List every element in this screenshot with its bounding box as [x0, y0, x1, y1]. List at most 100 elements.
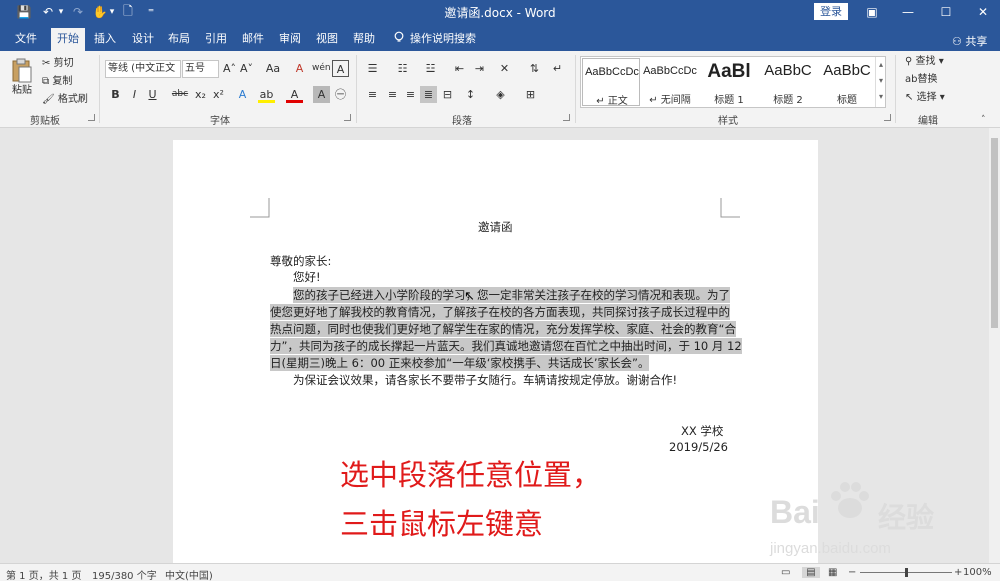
- selected-paragraph-line[interactable]: 使您更好地了解我校的教育情况，了解孩子在校的各方面表现，共同探讨孩子成长过程中的: [270, 304, 730, 320]
- bold-button[interactable]: B: [107, 86, 124, 103]
- character-shading-icon[interactable]: A: [313, 86, 330, 103]
- styles-group-label: 样式: [718, 116, 738, 127]
- editing-group-label: 编辑: [918, 116, 938, 127]
- superscript-button[interactable]: x²: [210, 86, 227, 103]
- increase-indent-icon[interactable]: ⇥: [471, 60, 488, 77]
- tab-view[interactable]: 视图: [311, 28, 343, 51]
- close-button[interactable]: ✕: [965, 0, 1000, 24]
- format-painter-button[interactable]: 🖌 格式刷: [42, 91, 88, 109]
- share-button[interactable]: ⚇ 共享: [952, 33, 987, 49]
- tab-mailings[interactable]: 邮件: [237, 28, 269, 51]
- character-border-icon[interactable]: A: [332, 60, 349, 77]
- sort-icon[interactable]: ⇅: [526, 60, 543, 77]
- signature: XX 学校: [681, 424, 724, 438]
- paste-icon[interactable]: [10, 57, 34, 85]
- subscript-button[interactable]: x₂: [192, 86, 209, 103]
- style-no-spacing[interactable]: AaBbCcDc ↵ 无间隔: [641, 58, 699, 106]
- word-count[interactable]: 195/380 个字: [92, 567, 157, 581]
- underline-button[interactable]: U: [144, 86, 161, 103]
- group-divider: [895, 55, 896, 123]
- style-heading-1[interactable]: AaBl 标题 1: [700, 58, 758, 106]
- change-case-icon[interactable]: Aa: [262, 60, 284, 77]
- tab-references[interactable]: 引用: [200, 28, 232, 51]
- maximize-button[interactable]: ☐: [928, 0, 964, 24]
- numbering-icon[interactable]: ☷: [394, 60, 411, 77]
- ribbon-options-icon[interactable]: ▣: [854, 0, 890, 24]
- distributed-icon[interactable]: ⊟: [439, 86, 456, 103]
- paragraph-launcher-icon[interactable]: [563, 114, 570, 121]
- margin-corner-top-right: [720, 198, 740, 218]
- tab-file[interactable]: 文件: [8, 28, 44, 51]
- shrink-font-icon[interactable]: A˅: [238, 60, 255, 77]
- copy-button[interactable]: ⧉ 复制: [42, 73, 72, 91]
- styles-launcher-icon[interactable]: [884, 114, 891, 121]
- font-size-combo[interactable]: 五号: [182, 60, 219, 78]
- scrollbar-thumb[interactable]: [991, 138, 998, 328]
- multilevel-list-icon[interactable]: ☳: [422, 60, 439, 77]
- collapse-ribbon-icon[interactable]: ˄: [981, 115, 986, 125]
- login-button[interactable]: 登录: [814, 3, 848, 20]
- select-button[interactable]: ↖ 选择 ▾: [905, 89, 945, 107]
- font-name-combo[interactable]: 等线 (中文正文: [105, 60, 181, 78]
- mouse-cursor-icon: ↖: [464, 289, 475, 304]
- bullets-icon[interactable]: ☰: [364, 60, 381, 77]
- selected-paragraph-line[interactable]: 日(星期三)晚上 6：00 正来校参加“一年级‘家校携手、共话成长’家长会”。: [270, 355, 650, 371]
- decrease-indent-icon[interactable]: ⇤: [451, 60, 468, 77]
- style-normal[interactable]: AaBbCcDc ↵ 正文: [582, 58, 640, 107]
- grow-font-icon[interactable]: A˄: [221, 60, 238, 77]
- selected-paragraph-line[interactable]: 热点问题，同时也使我们更好地了解学生在家的情况，充分发挥学校、家庭、社会的教育“…: [270, 321, 736, 337]
- zoom-slider[interactable]: [860, 568, 952, 577]
- style-heading-2[interactable]: AaBbC 标题 2: [759, 58, 817, 106]
- zoom-in-button[interactable]: +: [954, 567, 962, 578]
- line-spacing-icon[interactable]: ↕: [462, 86, 479, 103]
- styles-scroll[interactable]: ▴ ▾ ▾: [875, 57, 886, 107]
- find-button[interactable]: ⚲ 查找 ▾: [905, 53, 944, 71]
- clipboard-launcher-icon[interactable]: [88, 114, 95, 121]
- cut-button[interactable]: ✂ 剪切: [42, 55, 74, 73]
- language[interactable]: 中文(中国): [165, 567, 213, 581]
- scissors-icon: ✂: [42, 58, 51, 69]
- shading-icon[interactable]: ◈: [492, 86, 509, 103]
- group-divider: [99, 55, 100, 123]
- styles-gallery: AaBbCcDc ↵ 正文 AaBbCcDc ↵ 无间隔 AaBl 标题 1 A…: [580, 56, 886, 108]
- zoom-slider-thumb[interactable]: [905, 568, 908, 577]
- tab-home[interactable]: 开始: [51, 28, 85, 51]
- justify-icon[interactable]: ≣: [420, 86, 437, 103]
- selected-paragraph-line[interactable]: 力”，共同为孩子的成长撑起一片蓝天。我们真诚地邀请您在百忙之中抽出时间，于 10…: [270, 338, 742, 354]
- minimize-button[interactable]: —: [890, 0, 926, 24]
- font-launcher-icon[interactable]: [344, 114, 351, 121]
- zoom-out-button[interactable]: −: [848, 567, 856, 578]
- highlight-color-icon[interactable]: ab: [258, 86, 275, 103]
- tab-design[interactable]: 设计: [127, 28, 159, 51]
- tell-me-search[interactable]: 操作说明搜索: [410, 28, 480, 51]
- print-layout-icon[interactable]: ▤: [802, 567, 820, 578]
- tab-help[interactable]: 帮助: [348, 28, 380, 51]
- strikethrough-button[interactable]: abc: [170, 86, 190, 103]
- italic-button[interactable]: I: [126, 86, 143, 103]
- zoom-level[interactable]: 100%: [963, 567, 992, 578]
- font-color-icon[interactable]: A: [286, 86, 303, 103]
- tab-insert[interactable]: 插入: [89, 28, 121, 51]
- align-center-icon[interactable]: ≡: [384, 86, 401, 103]
- lightbulb-icon: [394, 31, 404, 42]
- text-effects-icon[interactable]: A: [234, 86, 251, 103]
- page-count[interactable]: 第 1 页，共 1 页: [6, 567, 81, 581]
- copy-icon: ⧉: [42, 76, 50, 87]
- paste-button[interactable]: 粘贴: [12, 82, 32, 100]
- clear-format-icon[interactable]: A: [291, 60, 308, 77]
- show-marks-icon[interactable]: ↵: [549, 60, 566, 77]
- window-title: 邀请函.docx - Word: [444, 6, 556, 20]
- read-mode-icon[interactable]: ▭: [781, 567, 790, 578]
- align-left-icon[interactable]: ≡: [364, 86, 381, 103]
- enclose-characters-icon[interactable]: ㊀: [332, 86, 349, 103]
- tab-review[interactable]: 审阅: [274, 28, 306, 51]
- phonetic-guide-icon[interactable]: wén: [312, 60, 331, 77]
- borders-icon[interactable]: ⊞: [522, 86, 539, 103]
- style-title[interactable]: AaBbC 标题: [818, 58, 876, 106]
- web-layout-icon[interactable]: ▦: [828, 567, 837, 578]
- selected-paragraph-line[interactable]: 您的孩子已经进入小学阶段的学习，您一定非常关注孩子在校的学习情况和表现。为了: [293, 287, 730, 303]
- tab-layout[interactable]: 布局: [163, 28, 195, 51]
- chinese-layout-icon[interactable]: ✕: [496, 60, 513, 77]
- replace-button[interactable]: ab替换: [905, 71, 937, 89]
- align-right-icon[interactable]: ≡: [402, 86, 419, 103]
